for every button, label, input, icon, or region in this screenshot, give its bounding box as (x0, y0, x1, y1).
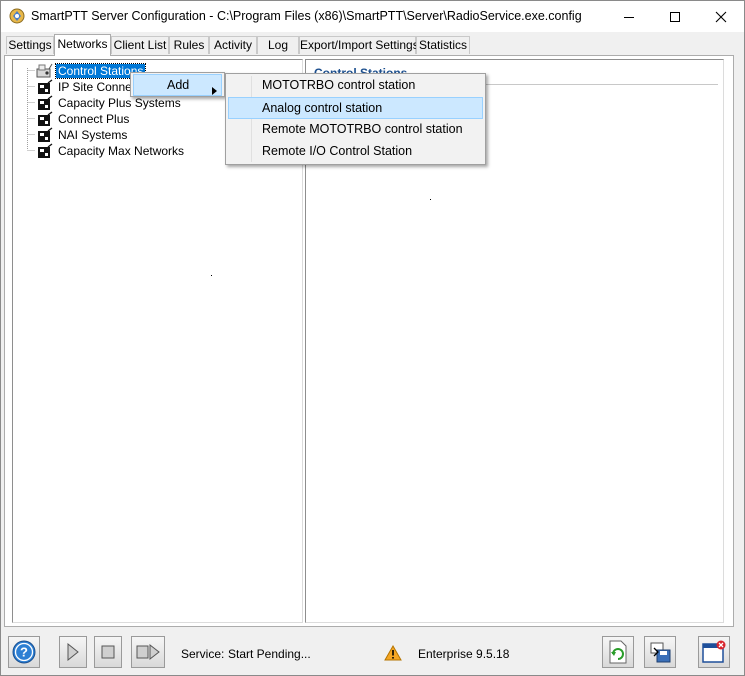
submenu-arrow-icon (212, 81, 217, 101)
service-status: Start Pending... (228, 647, 311, 661)
stop-service-button[interactable] (94, 636, 122, 668)
window-title: SmartPTT Server Configuration - C:\Progr… (31, 9, 582, 23)
maximize-icon (670, 11, 680, 22)
stop-icon (101, 645, 115, 659)
menu-item-analog-control-station[interactable]: Analog control station (228, 97, 483, 119)
network-system-icon (36, 127, 54, 143)
network-system-icon (36, 111, 54, 127)
tab-rules[interactable]: Rules (169, 36, 209, 54)
minimize-button[interactable] (606, 1, 652, 32)
menu-item-remote-mototrbo-control-station[interactable]: Remote MOTOTRBO control station (228, 119, 483, 141)
add-submenu: MOTOTRBO control station Analog control … (225, 73, 486, 165)
minimize-icon (624, 16, 634, 18)
tab-activity[interactable]: Activity (209, 36, 257, 54)
app-window: SmartPTT Server Configuration - C:\Progr… (0, 0, 745, 676)
status-bar: ? Service: Start Pending... Enterprise 9… (1, 629, 744, 675)
edition-version: Enterprise 9.5.18 (418, 647, 510, 661)
tab-strip: Settings Networks Client List Rules Acti… (1, 34, 744, 56)
help-button[interactable]: ? (8, 636, 40, 668)
control-station-icon (36, 63, 54, 79)
stray-pixel (430, 199, 431, 200)
tab-networks[interactable]: Networks (54, 34, 111, 56)
save-config-button[interactable] (644, 636, 676, 668)
restart-icon (136, 643, 160, 661)
close-icon (715, 11, 727, 22)
stray-pixel (211, 275, 212, 276)
warning-icon (384, 644, 402, 664)
network-system-icon (36, 143, 54, 159)
tab-log[interactable]: Log (257, 36, 299, 54)
title-bar[interactable]: SmartPTT Server Configuration - C:\Progr… (1, 1, 744, 32)
svg-text:?: ? (20, 645, 28, 660)
tab-export-import-settings[interactable]: Export/Import Settings (299, 36, 419, 54)
close-app-button[interactable] (698, 636, 730, 668)
tab-statistics[interactable]: Statistics (416, 36, 470, 54)
tab-client-list[interactable]: Client List (111, 36, 169, 54)
context-menu: Add (130, 72, 225, 97)
network-system-icon (36, 79, 54, 95)
play-icon (67, 643, 79, 661)
app-logo-icon (9, 8, 25, 24)
start-service-button[interactable] (59, 636, 87, 668)
menu-item-mototrbo-control-station[interactable]: MOTOTRBO control station (228, 75, 483, 97)
refresh-icon (609, 640, 627, 664)
help-icon: ? (12, 640, 36, 664)
menu-item-add[interactable]: Add (133, 74, 222, 96)
maximize-button[interactable] (652, 1, 698, 32)
service-label: Service: (181, 647, 225, 661)
close-button[interactable] (698, 1, 744, 32)
menu-item-remote-io-control-station[interactable]: Remote I/O Control Station (228, 141, 483, 163)
tab-settings[interactable]: Settings (6, 36, 54, 54)
network-system-icon (36, 95, 54, 111)
restart-service-button[interactable] (131, 636, 165, 668)
reload-config-button[interactable] (602, 636, 634, 668)
save-icon (650, 642, 671, 663)
close-app-icon (702, 640, 726, 663)
